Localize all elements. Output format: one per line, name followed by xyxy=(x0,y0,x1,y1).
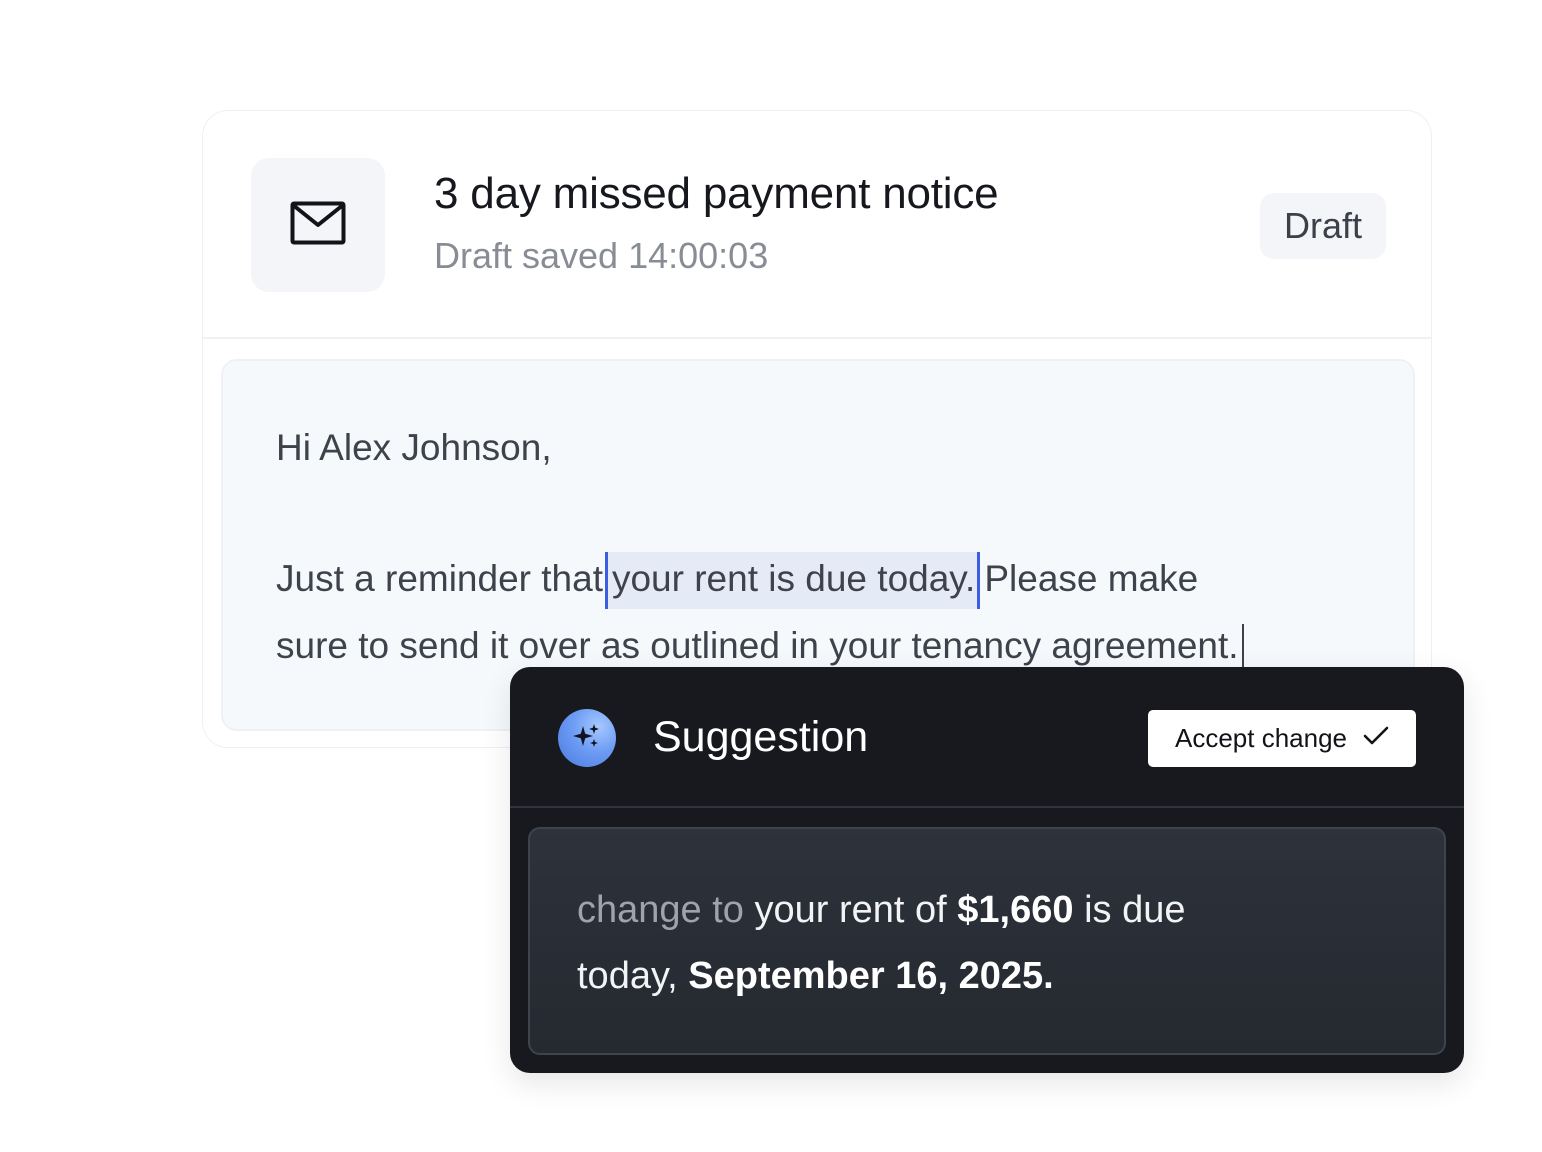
suggestion-text: is due xyxy=(1084,889,1186,931)
email-body-line: sure to send it over as outlined in your… xyxy=(276,624,1244,668)
suggestion-text: your rent of xyxy=(754,889,947,931)
check-icon xyxy=(1363,726,1389,751)
suggestion-text: today, xyxy=(577,955,678,997)
suggestion-line: change to your rent of $1,660 is due xyxy=(577,889,1185,932)
accept-change-button[interactable]: Accept change xyxy=(1148,710,1416,767)
email-title: 3 day missed payment notice xyxy=(434,169,999,218)
text-cursor xyxy=(1241,624,1244,668)
draft-saved-status: Draft saved 14:00:03 xyxy=(434,235,769,276)
body-text: Please make xyxy=(984,558,1199,599)
accept-change-label: Accept change xyxy=(1174,723,1347,753)
email-body-line: Just a reminder that your rent is due tod… xyxy=(276,552,1199,609)
status-badge: Draft xyxy=(1260,193,1386,259)
suggestion-amount: $1,660 xyxy=(957,889,1074,931)
highlighted-selection[interactable]: your rent is due today. xyxy=(604,552,981,609)
suggestion-line: today, September 16, 2025. xyxy=(577,955,1054,998)
email-greeting: Hi Alex Johnson, xyxy=(276,427,552,468)
ai-badge xyxy=(558,709,616,767)
body-text: Just a reminder that xyxy=(276,558,603,599)
suggestion-prefix: change to xyxy=(577,889,744,931)
suggestion-date: September 16, 2025. xyxy=(688,955,1054,997)
body-text: sure to send it over as outlined in your… xyxy=(276,625,1239,666)
suggestion-header: Suggestion Accept change xyxy=(510,667,1464,808)
suggestion-panel: Suggestion Accept change change to your … xyxy=(510,667,1464,1073)
suggestion-title: Suggestion xyxy=(653,713,869,761)
sparkle-icon xyxy=(572,721,602,756)
envelope-tile xyxy=(251,158,385,292)
suggestion-text-box: change to your rent of $1,660 is due tod… xyxy=(528,827,1446,1055)
email-card: 3 day missed payment notice Draft saved … xyxy=(202,110,1432,748)
envelope-icon xyxy=(290,201,346,250)
email-header: 3 day missed payment notice Draft saved … xyxy=(203,111,1431,339)
